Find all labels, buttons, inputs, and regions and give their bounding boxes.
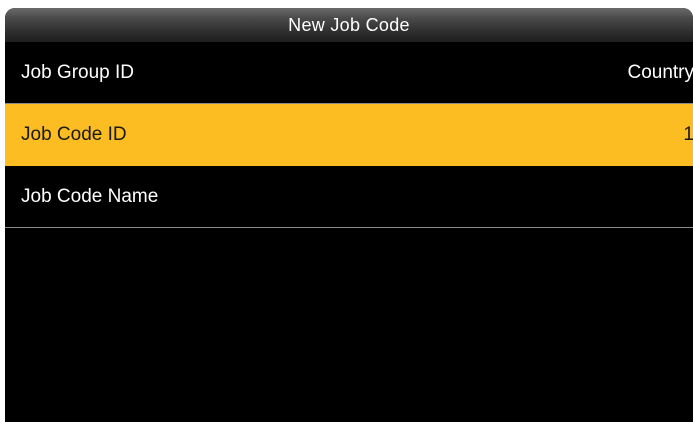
menu-item-value: Country xyxy=(627,61,693,83)
menu-item-label: Job Group ID xyxy=(21,61,134,83)
menu-item-label: Job Code Name xyxy=(21,185,159,207)
title-bar: New Job Code xyxy=(5,8,693,42)
menu-item-label: Job Code ID xyxy=(21,123,127,145)
device-screen: New Job Code Job Group ID Country Job Co… xyxy=(5,8,693,422)
menu-item-job-code-name[interactable]: Job Code Name xyxy=(5,166,693,228)
menu-item-job-code-id[interactable]: Job Code ID 1 xyxy=(5,104,693,166)
page-title: New Job Code xyxy=(288,14,410,35)
job-code-form-list: Job Group ID Country Job Code ID 1 Job C… xyxy=(5,42,693,228)
menu-item-job-group-id[interactable]: Job Group ID Country xyxy=(5,42,693,104)
menu-item-value: 1 xyxy=(683,123,693,145)
